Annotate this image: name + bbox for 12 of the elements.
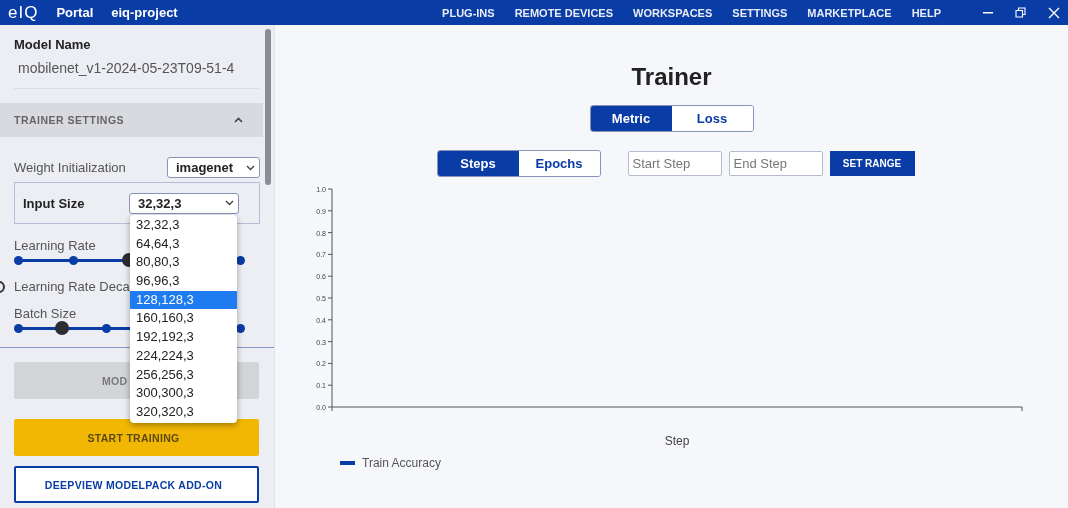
field-label: Input Size xyxy=(23,195,85,211)
app-title: Portal xyxy=(56,5,94,20)
field-label: Weight Initialization xyxy=(14,160,126,175)
page-title: Trainer xyxy=(631,63,712,91)
x-axis-label: Step xyxy=(664,434,690,448)
logo: eIQ xyxy=(8,2,39,23)
field-label: Batch Size xyxy=(14,306,77,321)
field-label: Model Name xyxy=(14,37,92,52)
project-name: eiq-project xyxy=(111,5,178,20)
field-label: Learning Rate xyxy=(14,238,96,253)
model-name-value: mobilenet_v1-2024-05-23T09-51-4 xyxy=(14,52,259,89)
field-label: Learning Rate Deca xyxy=(14,279,130,294)
